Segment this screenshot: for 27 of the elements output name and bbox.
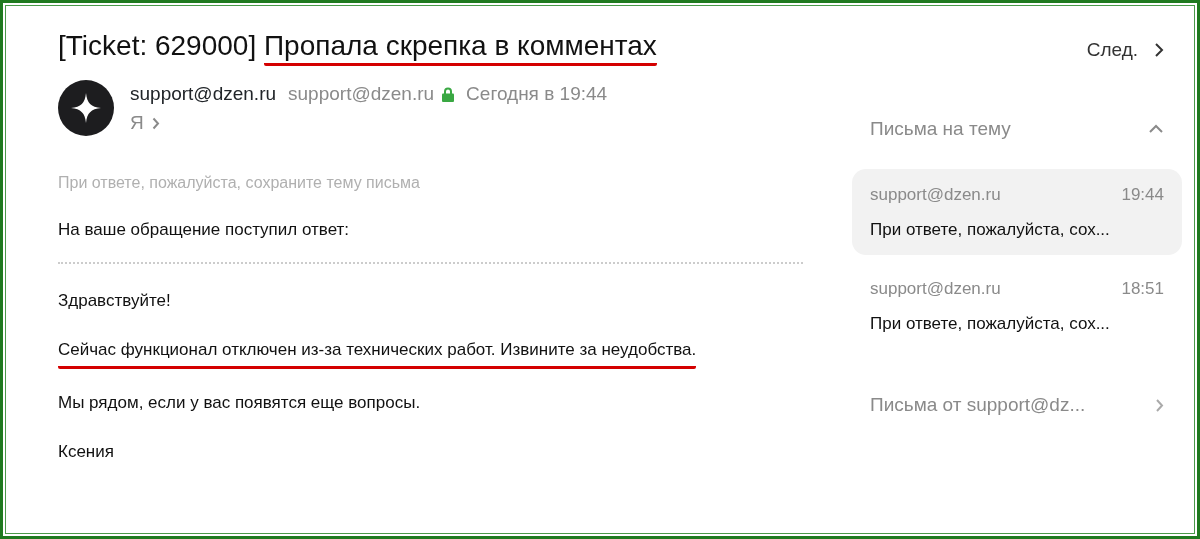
recipient-text: Я — [130, 110, 144, 135]
date-text: Сегодня в 19:44 — [466, 82, 608, 107]
message-paragraph: Сейчас функционал отключен из-за технических работ. Извините за неудобства. — [58, 337, 697, 369]
message-paragraph: На ваше обращение поступил ответ: — [58, 219, 350, 242]
next-button[interactable]: След. — [1086, 36, 1164, 65]
chevron-up-icon[interactable] — [1148, 123, 1164, 134]
time-text: 18:51 — [1121, 278, 1164, 300]
snippet-text: При ответе, пожалуйста, сох... — [870, 218, 1111, 241]
message-paragraph: Мы рядом, если у вас появятся еще вопросы. — [58, 391, 421, 414]
chevron-right-icon[interactable] — [1155, 397, 1164, 413]
sender-letters-link[interactable]: Письма от support@dz... — [870, 391, 1086, 420]
email-subject: [Ticket: 629000] Пропала скрепка в комментах — [58, 28, 808, 65]
time-text: 19:44 — [1121, 184, 1164, 206]
snippet-text: При ответе, пожалуйста, сох... — [870, 312, 1111, 335]
reply-hint: При ответе, пожалуйста, сохраните тему письма — [58, 173, 421, 194]
sparkle-icon — [71, 93, 101, 124]
sender-name[interactable]: support@dzen.ru — [130, 80, 277, 109]
thread-item[interactable]: support@dzen.ru 19:44 При ответе, пожалуйста, сох... — [852, 169, 1182, 255]
sender-address: support@dzen.ru — [288, 82, 435, 107]
message-paragraph: Здравствуйте! — [58, 289, 171, 312]
chevron-right-icon — [1154, 42, 1164, 59]
message-paragraph: Ксения — [58, 441, 114, 464]
chevron-right-icon[interactable] — [151, 116, 160, 130]
thread-item[interactable]: support@dzen.ru 18:51 При ответе, пожалуйста, сох... — [852, 263, 1182, 349]
thread-title: Письма на тему — [870, 116, 1011, 141]
sender-text: support@dzen.ru — [870, 184, 1001, 206]
sender-text: support@dzen.ru — [870, 278, 1001, 300]
